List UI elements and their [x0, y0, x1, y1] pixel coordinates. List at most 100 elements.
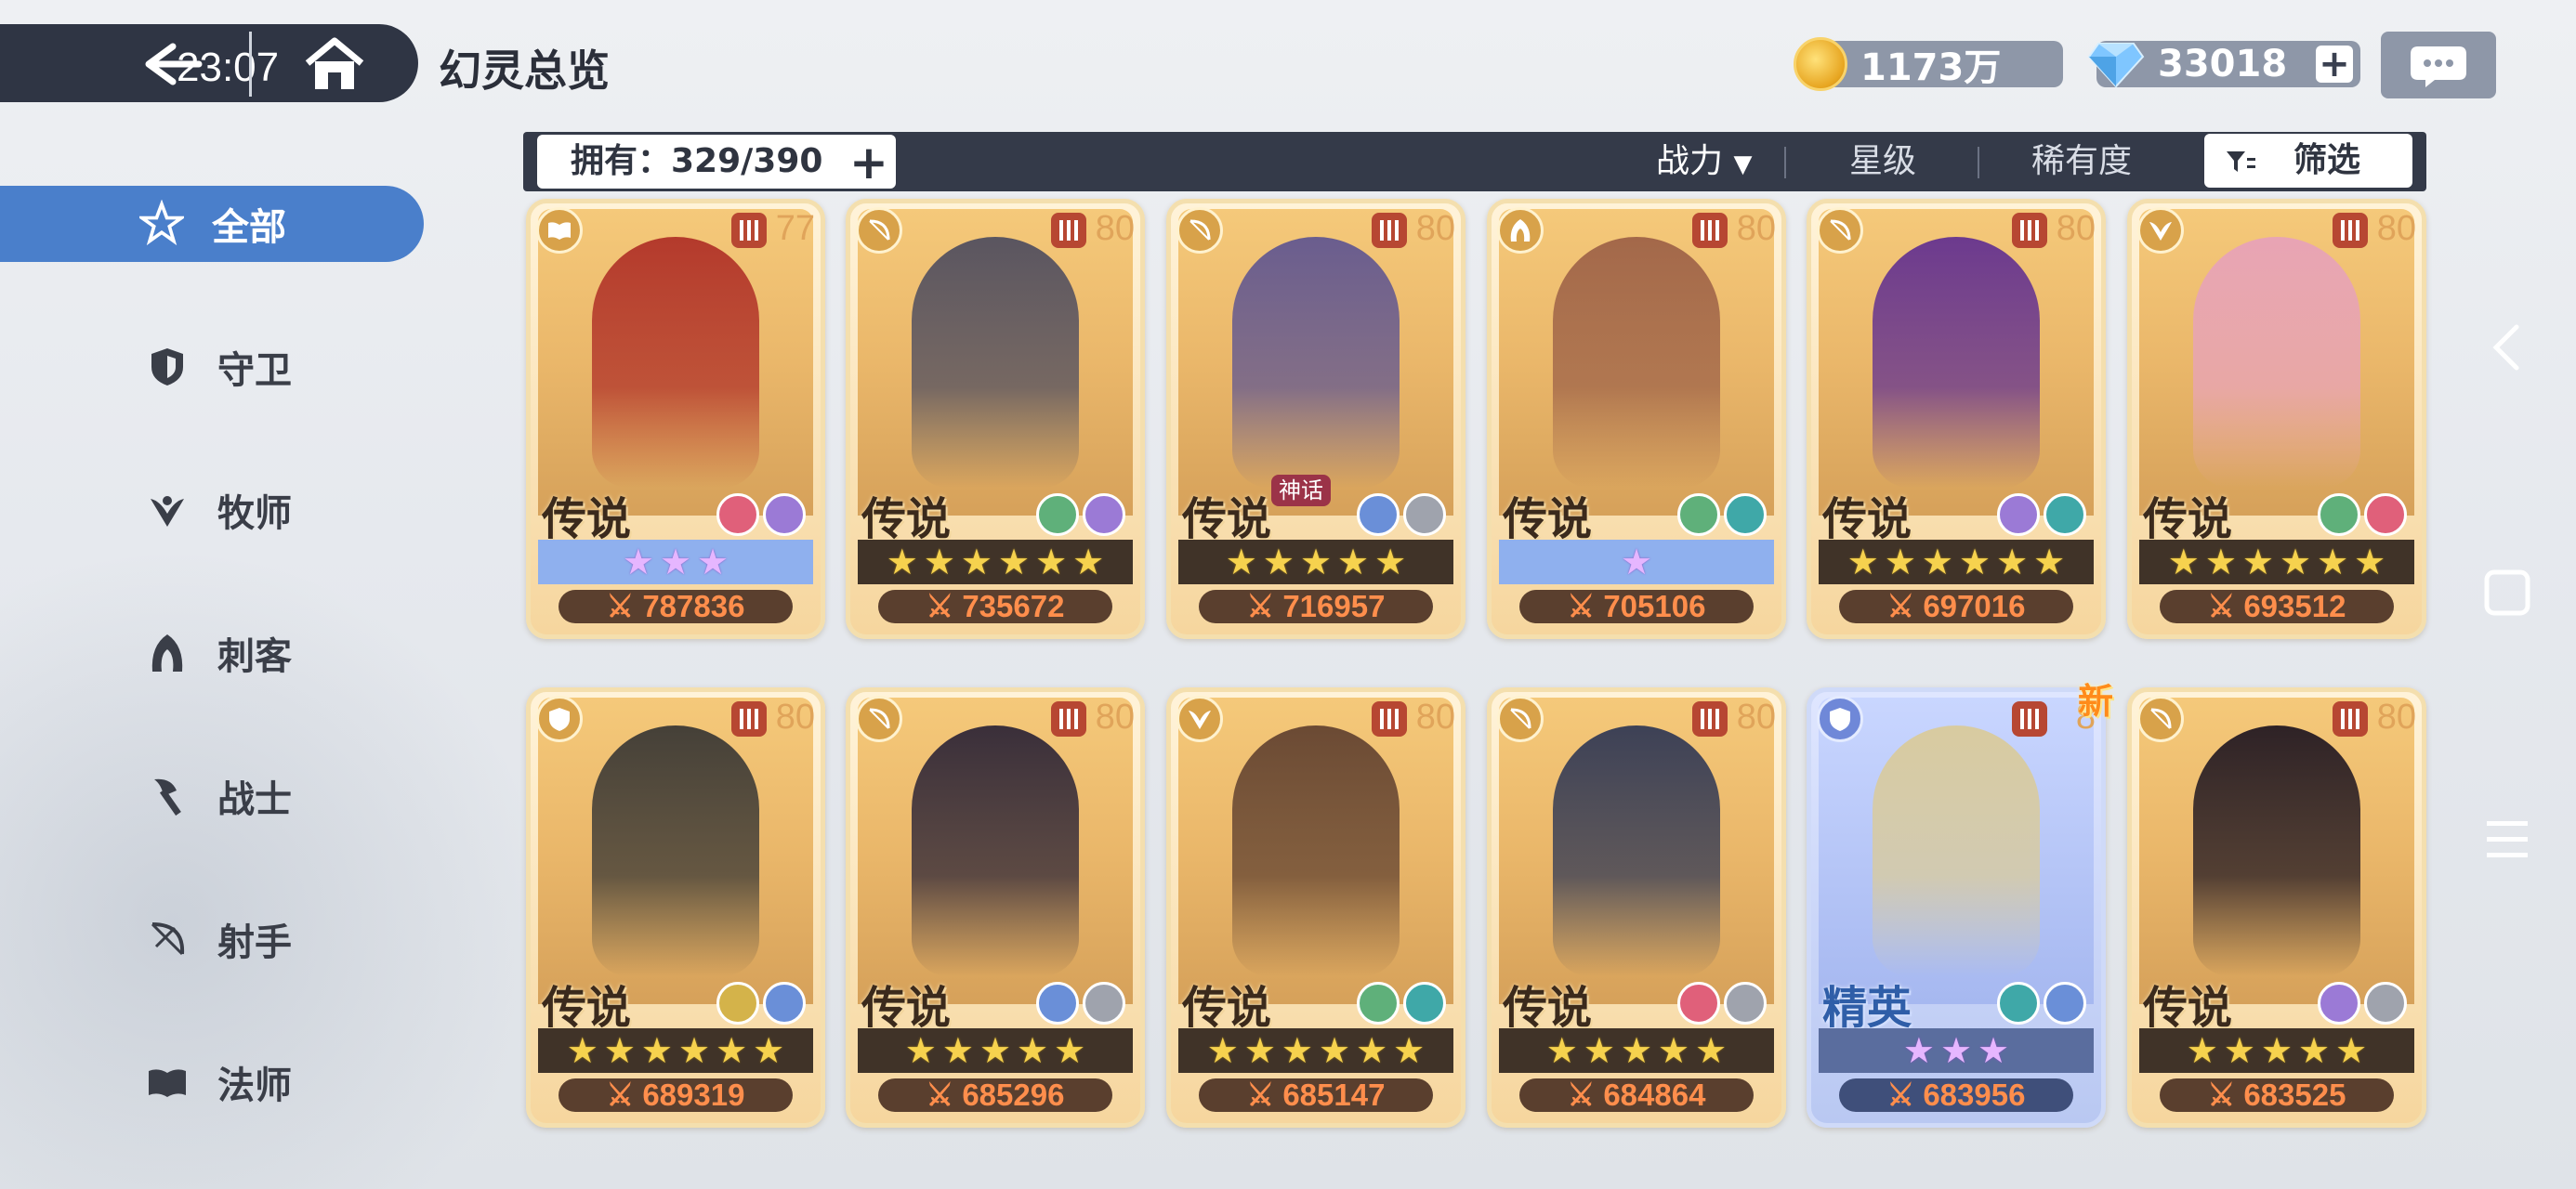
- star-icon: ★: [716, 1030, 748, 1071]
- star-icon: ★: [1884, 542, 1916, 582]
- sidebar-item-assassin[interactable]: 刺客: [0, 615, 424, 691]
- hero-card[interactable]: 80 传说 ★ ★ ★ ★ ★ ⚔ 684864: [1487, 687, 1786, 1128]
- star-rating: ★ ★ ★ ★ ★: [1499, 1028, 1774, 1073]
- menu-icon[interactable]: [2483, 817, 2531, 862]
- hero-portrait: [538, 209, 813, 516]
- sidebar-item-all[interactable]: 全部: [0, 186, 424, 262]
- hero-portrait: [858, 698, 1133, 1004]
- hero-card[interactable]: 80 传说 ★ ★ ★ ★ ★ ★ ⚔ 693512: [2127, 199, 2426, 639]
- pill-divider: [249, 32, 252, 97]
- power-value: 685296: [962, 1078, 1065, 1112]
- wings-icon: [145, 488, 190, 532]
- rarity-label: 传说: [2143, 982, 2233, 1034]
- hero-card[interactable]: 80 传说 ★ ★ ★ ★ ★ ⚔ 683525: [2127, 687, 2426, 1128]
- gold-currency[interactable]: 1173万: [1794, 37, 2063, 91]
- star-icon: ★: [1243, 1030, 1276, 1071]
- star-icon: ★: [753, 1030, 785, 1071]
- chat-bubble-icon: [2411, 46, 2466, 87]
- hero-card[interactable]: 80 传说 ★ ★ ★ ★ ★ ★ ⚔ 689319: [526, 687, 825, 1128]
- wings-class-icon: [2137, 207, 2184, 254]
- chat-button[interactable]: [2381, 32, 2496, 98]
- sidebar-item-mage[interactable]: 法师: [0, 1044, 424, 1120]
- shield-icon: [145, 345, 190, 389]
- expand-roster-button[interactable]: +: [849, 139, 888, 186]
- sidebar-item-warrior[interactable]: 战士: [0, 758, 424, 834]
- star-icon: ★: [1035, 542, 1068, 582]
- shield-class-icon: [536, 696, 583, 742]
- star-rating: ★ ★ ★ ★ ★ ★: [2139, 540, 2414, 584]
- hero-card[interactable]: 77 传说 ★ ★ ★ ⚔ 787836: [526, 199, 825, 639]
- element-icon: [716, 982, 759, 1025]
- filter-button[interactable]: 筛选: [2204, 134, 2412, 188]
- add-gems-button[interactable]: +: [2316, 46, 2353, 83]
- combat-power: ⚔ 697016: [1839, 590, 2073, 623]
- element-icon: [763, 493, 806, 536]
- hero-portrait: [2139, 698, 2414, 1004]
- sword-icon: ⚔: [606, 1078, 643, 1112]
- star-icon: ★: [1902, 1030, 1935, 1071]
- level-icon: [1692, 701, 1728, 737]
- hero-card[interactable]: 80 传说 ★ ★ ★ ★ ★ ★ ⚔ 735672: [846, 199, 1145, 639]
- hero-card[interactable]: 80 传说 ★ ⚔ 705106: [1487, 199, 1786, 639]
- rarity-label: 精英: [1822, 982, 1912, 1034]
- star-icon: ★: [622, 542, 654, 582]
- bow-class-icon: [1176, 207, 1223, 254]
- star-icon: ★: [960, 542, 992, 582]
- owned-count: 拥有：329/390: [537, 135, 896, 189]
- star-icon: ★: [2354, 542, 2386, 582]
- sort-by-star[interactable]: 星级: [1849, 137, 1916, 186]
- gem-currency[interactable]: 33018 +: [2087, 41, 2360, 88]
- level-icon: [2012, 701, 2047, 737]
- hero-portrait: [1178, 698, 1453, 1004]
- star-rating: ★ ★ ★ ★ ★ ★: [1819, 540, 2094, 584]
- square-icon[interactable]: [2483, 568, 2531, 617]
- sidebar-item-priest[interactable]: 牧师: [0, 472, 424, 548]
- element-icon: [2318, 982, 2360, 1025]
- element-icon: [1677, 982, 1720, 1025]
- bow-class-icon: [1817, 207, 1863, 254]
- wings-class-icon: [1176, 696, 1223, 742]
- sort-by-power[interactable]: 战力 ▼: [1656, 137, 1752, 189]
- element-icon: [1997, 493, 2040, 536]
- element-icon: [2318, 493, 2360, 536]
- sidebar-item-archer[interactable]: 射手: [0, 901, 424, 977]
- level-icon: [2333, 213, 2368, 248]
- star-rating: ★ ★ ★ ★ ★ ★: [1178, 1028, 1453, 1073]
- hero-card[interactable]: 80 神话 传说 ★ ★ ★ ★ ★ ⚔ 716957: [1166, 199, 1465, 639]
- star-icon: ★: [566, 1030, 598, 1071]
- element-icon: [1997, 982, 2040, 1025]
- hero-card[interactable]: 8 精英 ★ ★ ★ ⚔ 683956: [1807, 687, 2106, 1128]
- element-icon: [1403, 493, 1446, 536]
- element-icon: [1357, 982, 1400, 1025]
- star-icon: ★: [1281, 1030, 1313, 1071]
- hero-figure: [1553, 725, 1720, 976]
- star-icon: ★: [697, 542, 729, 582]
- sidebar-item-guard[interactable]: 守卫: [0, 329, 424, 405]
- sword-icon: ⚔: [926, 589, 963, 623]
- combat-power: ⚔ 685147: [1199, 1078, 1433, 1112]
- combat-power: ⚔ 685296: [878, 1078, 1112, 1112]
- level-icon: [2333, 701, 2368, 737]
- sort-by-rarity[interactable]: 稀有度: [2031, 137, 2132, 186]
- star-rating: ★: [1499, 540, 1774, 584]
- power-value: 693512: [2243, 589, 2346, 623]
- hero-card[interactable]: 80 传说 ★ ★ ★ ★ ★ ⚔ 685296: [846, 687, 1145, 1128]
- combat-power: ⚔ 787836: [559, 590, 793, 623]
- home-icon[interactable]: [302, 35, 367, 93]
- hero-figure: [1553, 237, 1720, 488]
- star-icon: ★: [2317, 542, 2349, 582]
- hero-figure: [592, 237, 759, 488]
- hero-card[interactable]: 80 传说 ★ ★ ★ ★ ★ ★ ⚔ 685147: [1166, 687, 1465, 1128]
- star-rating: ★ ★ ★ ★ ★ ★: [538, 1028, 813, 1073]
- gold-coin-icon: [1794, 37, 1847, 91]
- sidebar-label: 全部: [212, 206, 286, 249]
- status-time: 23:07: [177, 45, 280, 90]
- hero-level: 80: [1095, 698, 1135, 737]
- star-icon: ★: [678, 1030, 711, 1071]
- hero-level: 80: [1736, 698, 1776, 737]
- chevron-left-icon[interactable]: [2487, 321, 2528, 373]
- star-icon: ★: [886, 542, 918, 582]
- star-rating: ★ ★ ★: [538, 540, 813, 584]
- star-icon: ★: [1356, 1030, 1388, 1071]
- hero-card[interactable]: 80 传说 ★ ★ ★ ★ ★ ★ ⚔ 697016: [1807, 199, 2106, 639]
